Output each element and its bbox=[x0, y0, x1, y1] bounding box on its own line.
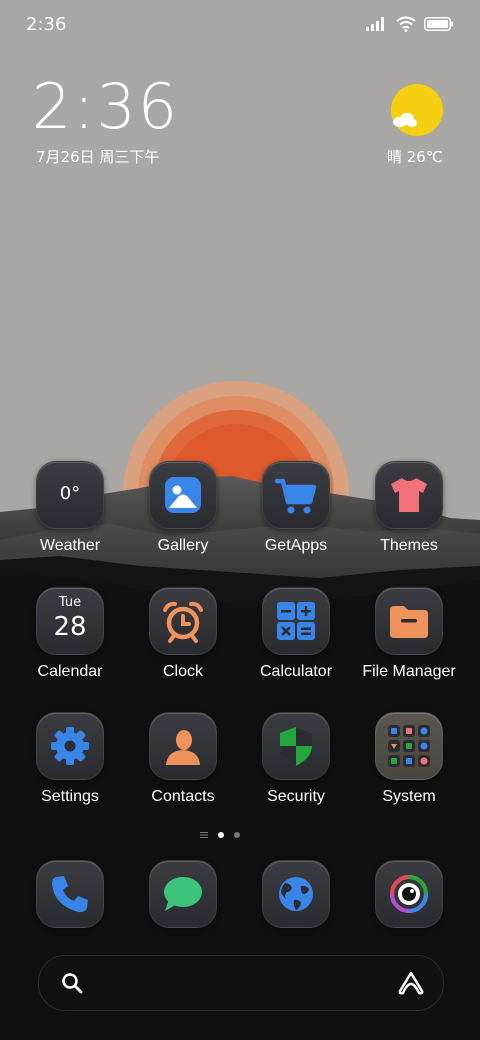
folder-icon bbox=[390, 606, 428, 638]
wifi-icon bbox=[396, 16, 416, 32]
app-security[interactable]: Security bbox=[240, 712, 352, 806]
app-calculator[interactable]: Calculator bbox=[240, 587, 352, 681]
app-label: GetApps bbox=[264, 537, 328, 554]
app-label: File Manager bbox=[362, 663, 456, 680]
menu-lines-icon bbox=[200, 832, 208, 838]
app-clock[interactable]: Clock bbox=[127, 587, 239, 681]
app-weather[interactable]: 0° Weather bbox=[14, 461, 126, 555]
cart-icon bbox=[274, 478, 317, 514]
search-icon[interactable] bbox=[61, 972, 83, 994]
folder-grid-icon bbox=[388, 725, 430, 767]
status-time: 2:36 bbox=[26, 14, 67, 35]
assistant-icon[interactable] bbox=[397, 970, 425, 996]
gear-icon bbox=[51, 727, 89, 765]
sun-icon[interactable] bbox=[391, 84, 443, 136]
app-label: System bbox=[382, 788, 436, 805]
app-label: Gallery bbox=[157, 537, 209, 554]
search-bar[interactable] bbox=[38, 955, 444, 1011]
app-settings[interactable]: Settings bbox=[14, 712, 126, 806]
dock-browser[interactable] bbox=[240, 860, 352, 928]
globe-icon bbox=[279, 877, 313, 911]
app-themes[interactable]: Themes bbox=[353, 461, 465, 555]
clock-widget-date: 7月26日 周三下午 bbox=[36, 148, 160, 166]
calendar-tile-date: 28 bbox=[53, 612, 87, 642]
app-label: Themes bbox=[380, 537, 438, 554]
app-label: Calculator bbox=[259, 663, 333, 680]
app-label: Weather bbox=[39, 537, 101, 554]
chat-bubble-icon bbox=[164, 877, 202, 911]
shield-icon bbox=[280, 727, 312, 766]
app-label: Calendar bbox=[37, 663, 103, 680]
tshirt-icon bbox=[391, 478, 427, 512]
app-label: Settings bbox=[41, 788, 99, 805]
signal-icon bbox=[366, 17, 384, 31]
app-system-folder[interactable]: System bbox=[353, 712, 465, 806]
dock-camera[interactable] bbox=[353, 860, 465, 928]
dock-messages[interactable] bbox=[127, 860, 239, 928]
camera-lens-icon bbox=[390, 875, 428, 913]
app-calendar[interactable]: Tue 28 Calendar bbox=[14, 587, 126, 681]
calculator-icon bbox=[277, 602, 315, 640]
app-label: Contacts bbox=[151, 788, 215, 805]
app-contacts[interactable]: Contacts bbox=[127, 712, 239, 806]
phone-icon bbox=[52, 876, 88, 913]
calendar-icon: Tue 28 bbox=[36, 587, 104, 655]
calendar-tile-day: Tue bbox=[58, 595, 82, 610]
page-dot bbox=[234, 832, 240, 838]
page-indicator[interactable] bbox=[200, 829, 240, 841]
app-file-manager[interactable]: File Manager bbox=[353, 587, 465, 681]
alarm-clock-icon bbox=[163, 601, 203, 643]
app-label: Security bbox=[267, 788, 325, 805]
weather-icon: 0° bbox=[36, 461, 104, 529]
clock-widget-time[interactable]: 2:36 bbox=[32, 76, 179, 138]
gallery-icon bbox=[165, 477, 201, 513]
status-icons bbox=[366, 14, 454, 34]
app-getapps[interactable]: GetApps bbox=[240, 461, 352, 555]
page-dot-active bbox=[218, 832, 224, 838]
weather-widget-text: 晴 26℃ bbox=[387, 148, 443, 166]
cloud-icon bbox=[393, 113, 417, 127]
dock-phone[interactable] bbox=[14, 860, 126, 928]
weather-tile-temp: 0° bbox=[59, 483, 81, 504]
app-label: Clock bbox=[162, 663, 203, 680]
contact-icon bbox=[166, 730, 200, 765]
app-gallery[interactable]: Gallery bbox=[127, 461, 239, 555]
status-bar: 2:36 bbox=[0, 0, 480, 50]
battery-icon bbox=[424, 17, 453, 31]
